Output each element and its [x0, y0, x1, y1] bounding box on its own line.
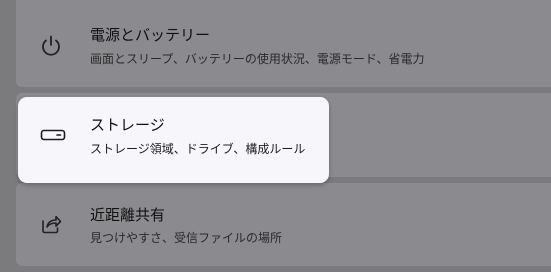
- power-icon: [36, 31, 66, 61]
- settings-item-description: 見つけやすさ、受信ファイルの場所: [90, 231, 283, 245]
- settings-item-description: 画面とスリープ、バッテリーの使用状況、電源モード、省電力: [90, 52, 425, 66]
- share-icon: [36, 209, 66, 239]
- settings-item-power[interactable]: 電源とバッテリー 画面とスリープ、バッテリーの使用状況、電源モード、省電力: [16, 0, 551, 87]
- settings-item-title: 電源とバッテリー: [90, 26, 211, 44]
- settings-item-nearby-sharing[interactable]: 近距離共有 見つけやすさ、受信ファイルの場所: [16, 183, 551, 266]
- settings-item-description: ストレージ領域、ドライブ、構成ルール: [90, 142, 306, 156]
- settings-item-title: 近距離共有: [90, 206, 166, 224]
- storage-drive-icon: [38, 120, 68, 150]
- settings-item-title: ストレージ: [90, 116, 165, 134]
- settings-item-storage[interactable]: ストレージ ストレージ領域、ドライブ、構成ルール: [18, 97, 329, 183]
